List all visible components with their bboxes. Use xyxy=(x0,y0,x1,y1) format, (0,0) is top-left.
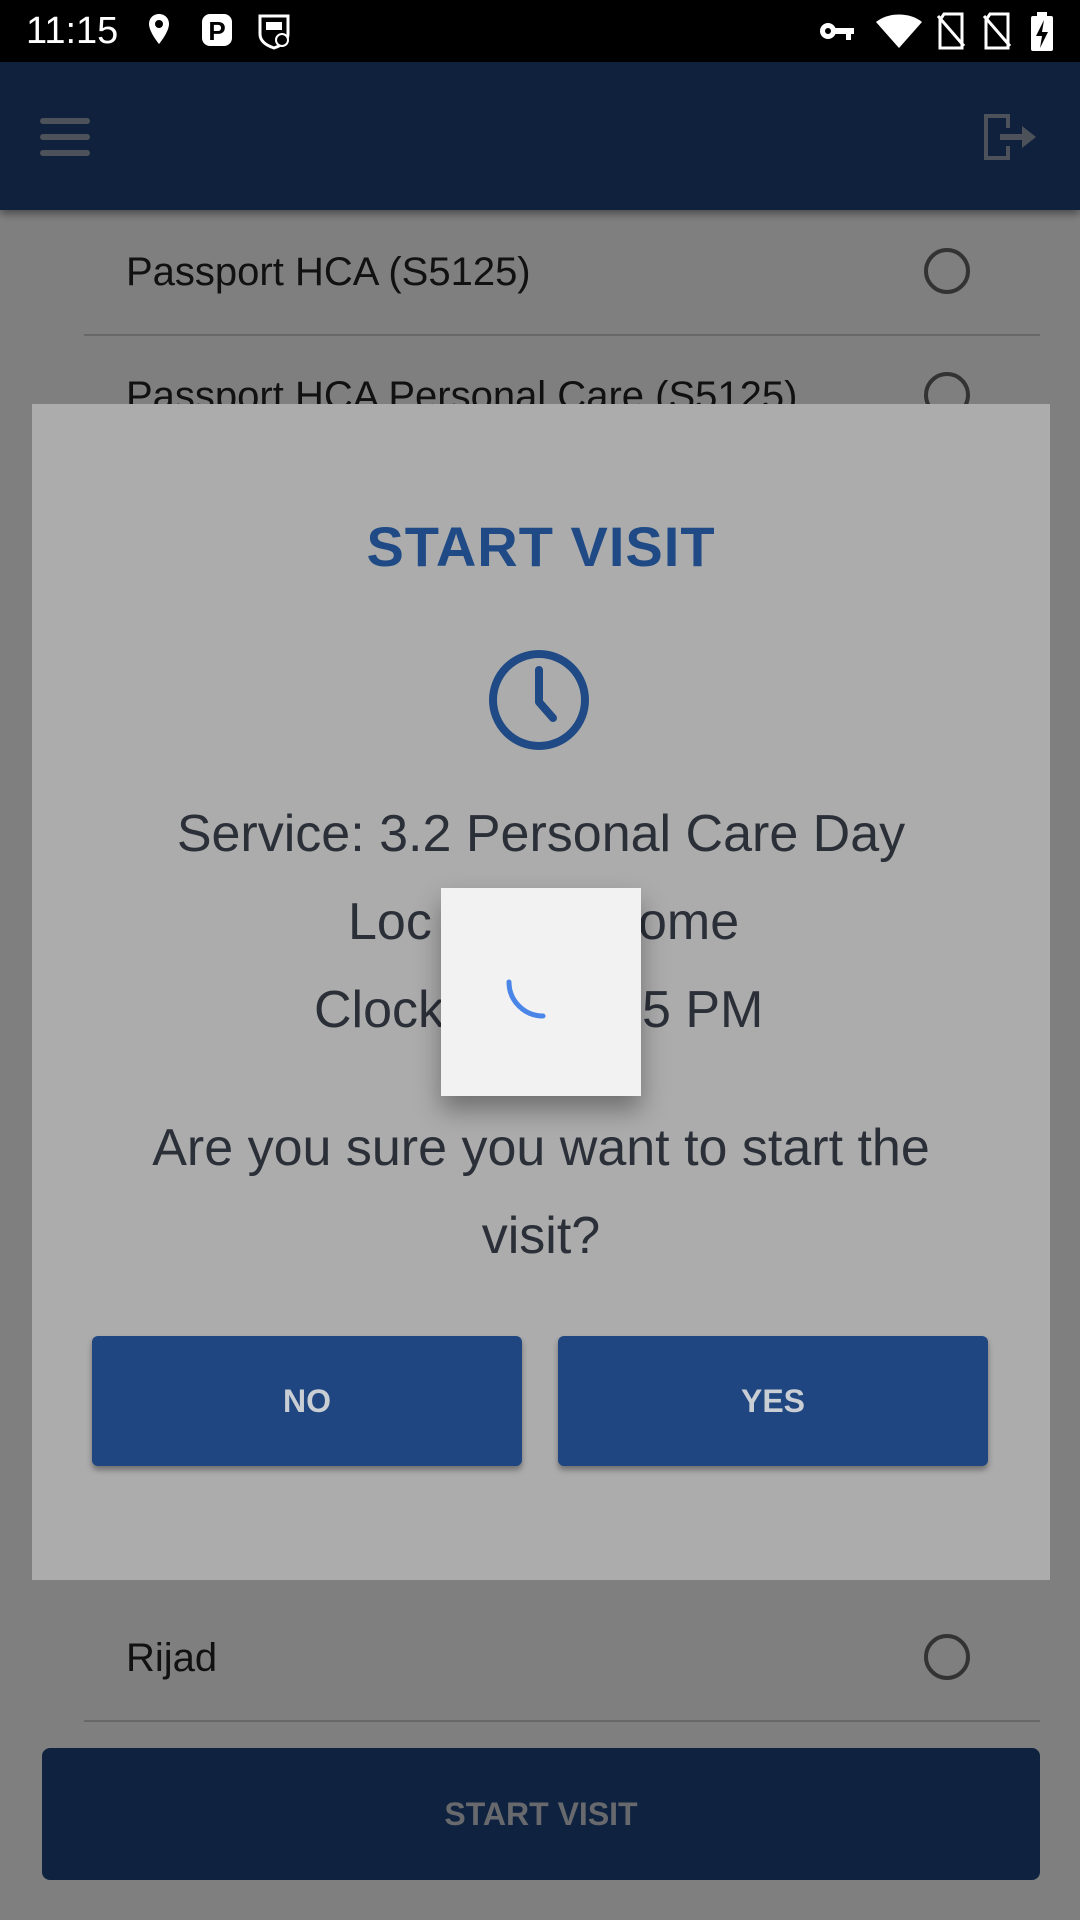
svg-text:P: P xyxy=(208,16,225,46)
service-line: Service: 3.2 Personal Care Day xyxy=(176,805,906,863)
status-bar: 11:15 P xyxy=(0,0,1080,62)
clock-line-end: 5 PM xyxy=(642,981,764,1039)
dialog-title: START VISIT xyxy=(366,515,716,578)
status-time: 11:15 xyxy=(26,10,119,52)
no-sim-icon xyxy=(936,12,966,50)
vpn-key-icon xyxy=(820,23,854,40)
battery-charging-icon xyxy=(1031,12,1053,51)
wifi-icon xyxy=(876,14,922,48)
loading-dialog xyxy=(441,888,641,1096)
location-line-start: Loc xyxy=(348,893,432,951)
confirm-question: Are you sure you want to start the visit… xyxy=(152,1119,930,1265)
security-shield-icon xyxy=(258,14,290,50)
clock-icon xyxy=(489,650,589,750)
clock-line-start: Clock xyxy=(314,981,445,1039)
yes-button[interactable]: YES xyxy=(558,1336,988,1466)
no-sim-icon xyxy=(982,12,1012,50)
loading-spinner-icon xyxy=(506,979,546,1019)
location-icon xyxy=(149,14,169,44)
location-line-end: ome xyxy=(638,893,740,951)
no-button[interactable]: NO xyxy=(92,1336,522,1466)
parking-icon: P xyxy=(202,14,232,46)
